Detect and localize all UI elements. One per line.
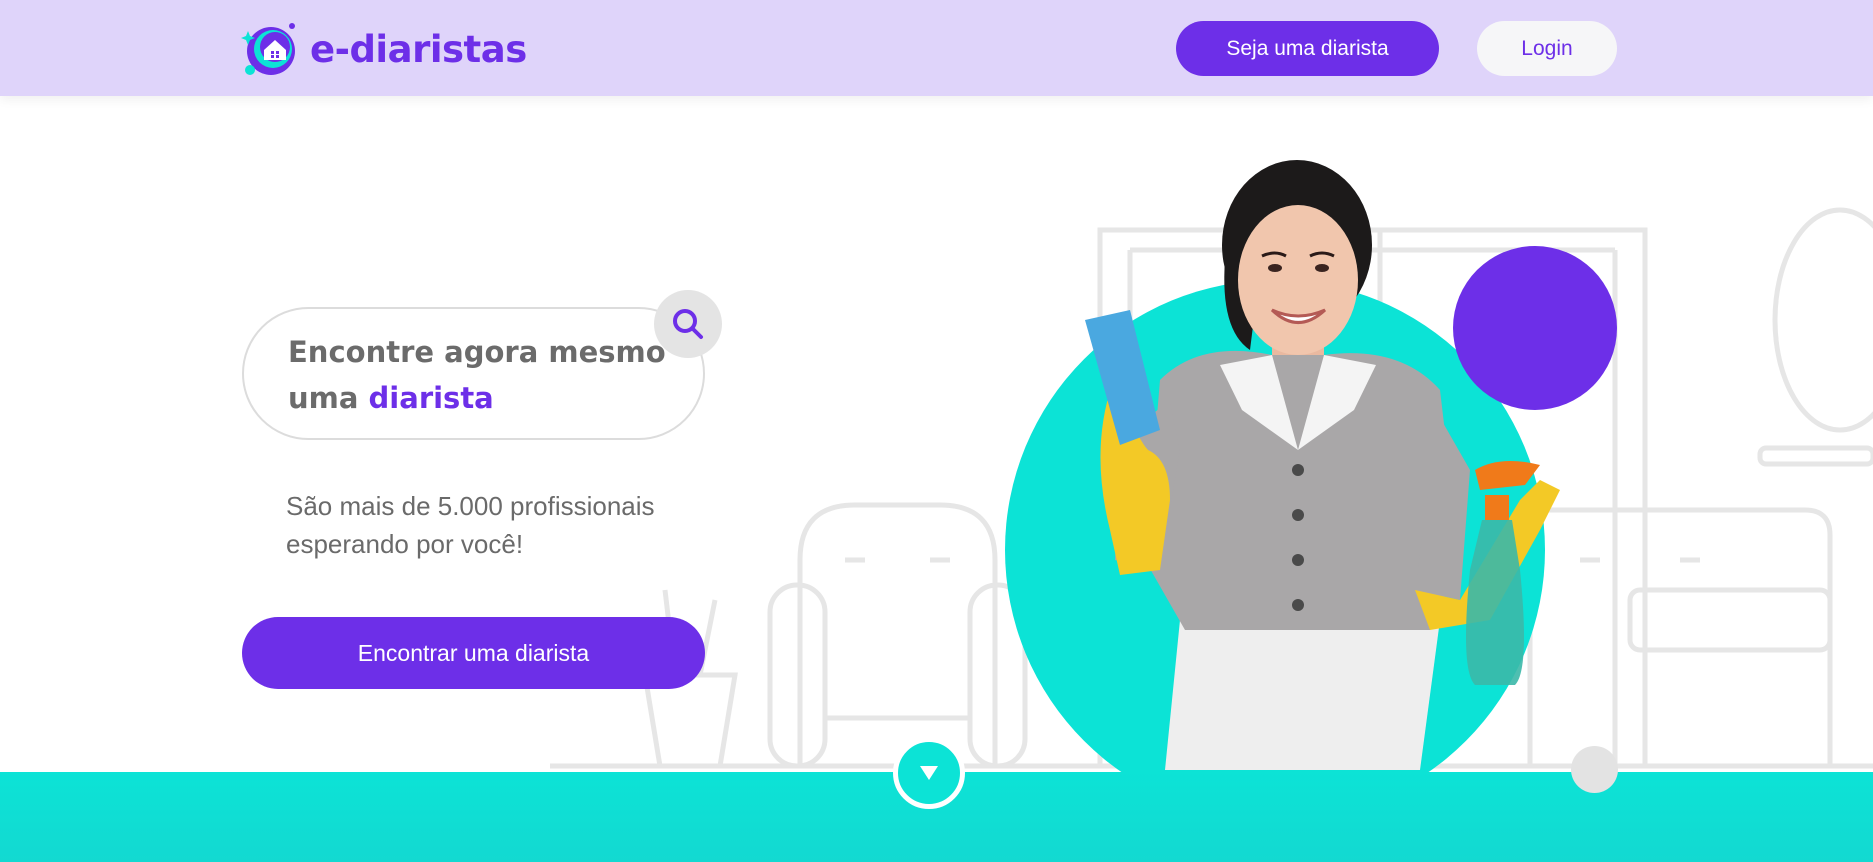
landing-page: e-diaristas Seja uma diarista Login Enco… (0, 0, 1873, 862)
logo[interactable]: e-diaristas (240, 18, 527, 80)
scroll-down-button[interactable] (893, 737, 965, 809)
house-cleaning-logo-icon (241, 23, 295, 75)
chevron-down-icon (920, 766, 938, 780)
login-button[interactable]: Login (1477, 21, 1617, 76)
top-navbar: e-diaristas Seja uma diarista Login (0, 0, 1873, 96)
find-diarista-button[interactable]: Encontrar uma diarista (242, 617, 705, 689)
become-diarista-button[interactable]: Seja uma diarista (1176, 21, 1439, 76)
search-headline-card: Encontre agora mesmo uma diarista (242, 307, 705, 440)
cleaning-lady-photo (1085, 160, 1560, 770)
search-headline-highlight: diarista (368, 381, 494, 415)
purple-circle-decoration (1453, 246, 1617, 410)
search-button[interactable] (654, 290, 722, 358)
search-icon (673, 309, 703, 339)
search-headline: Encontre agora mesmo uma diarista (288, 329, 688, 421)
hero-subtitle: São mais de 5.000 profissionais esperand… (286, 491, 655, 559)
logo-text: e-diaristas (310, 27, 527, 71)
gray-dot-decoration (1571, 746, 1618, 793)
